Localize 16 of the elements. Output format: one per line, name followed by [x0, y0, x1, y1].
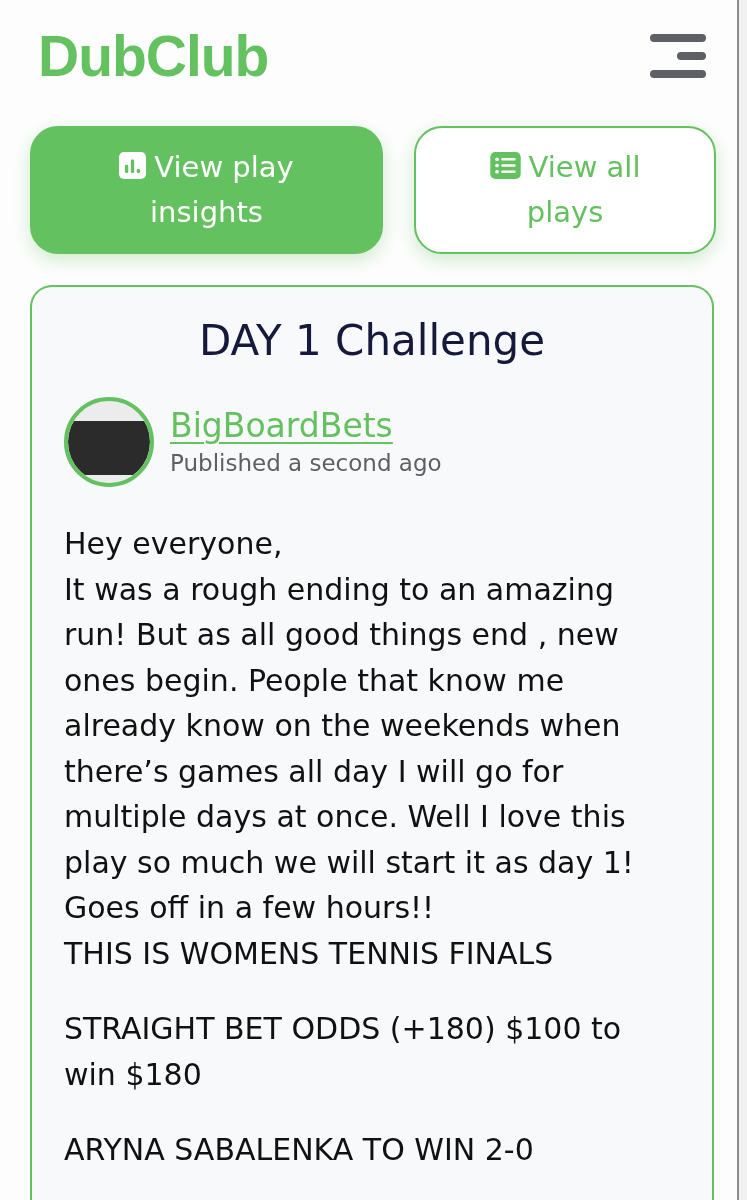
- author-link[interactable]: BigBoardBets: [170, 405, 442, 447]
- post-text: Hey everyone,: [64, 525, 284, 563]
- post-text: STRAIGHT BET ODDS (+180) $100 to win $180: [64, 1010, 623, 1094]
- view-insights-button[interactable]: View play insights: [30, 126, 383, 254]
- list-icon: [489, 152, 521, 179]
- menu-icon: [650, 33, 706, 79]
- menu-button[interactable]: [650, 33, 706, 79]
- post-text: Goes off in a few hours!!: [64, 889, 436, 927]
- post-title: DAY 1 Challenge: [197, 315, 547, 367]
- brand-logo[interactable]: DubClub: [38, 27, 269, 85]
- bar-chart-icon: [119, 152, 147, 179]
- published-time: Published a second ago: [170, 449, 442, 478]
- view-plays-button[interactable]: View all plays: [414, 126, 716, 254]
- post-text: It was a rough ending to an amazing run! But as all good things end , new ones begin. People that know me already know on the weekends when there’s games all day I will go for multiple days at once. Well I love this play so much we will start it as day 1!: [64, 570, 635, 882]
- post-text: THIS IS WOMENS TENNIS FINALS: [64, 934, 555, 973]
- post-text: ARYNA SABALENKA TO WIN 2-0: [64, 1131, 535, 1169]
